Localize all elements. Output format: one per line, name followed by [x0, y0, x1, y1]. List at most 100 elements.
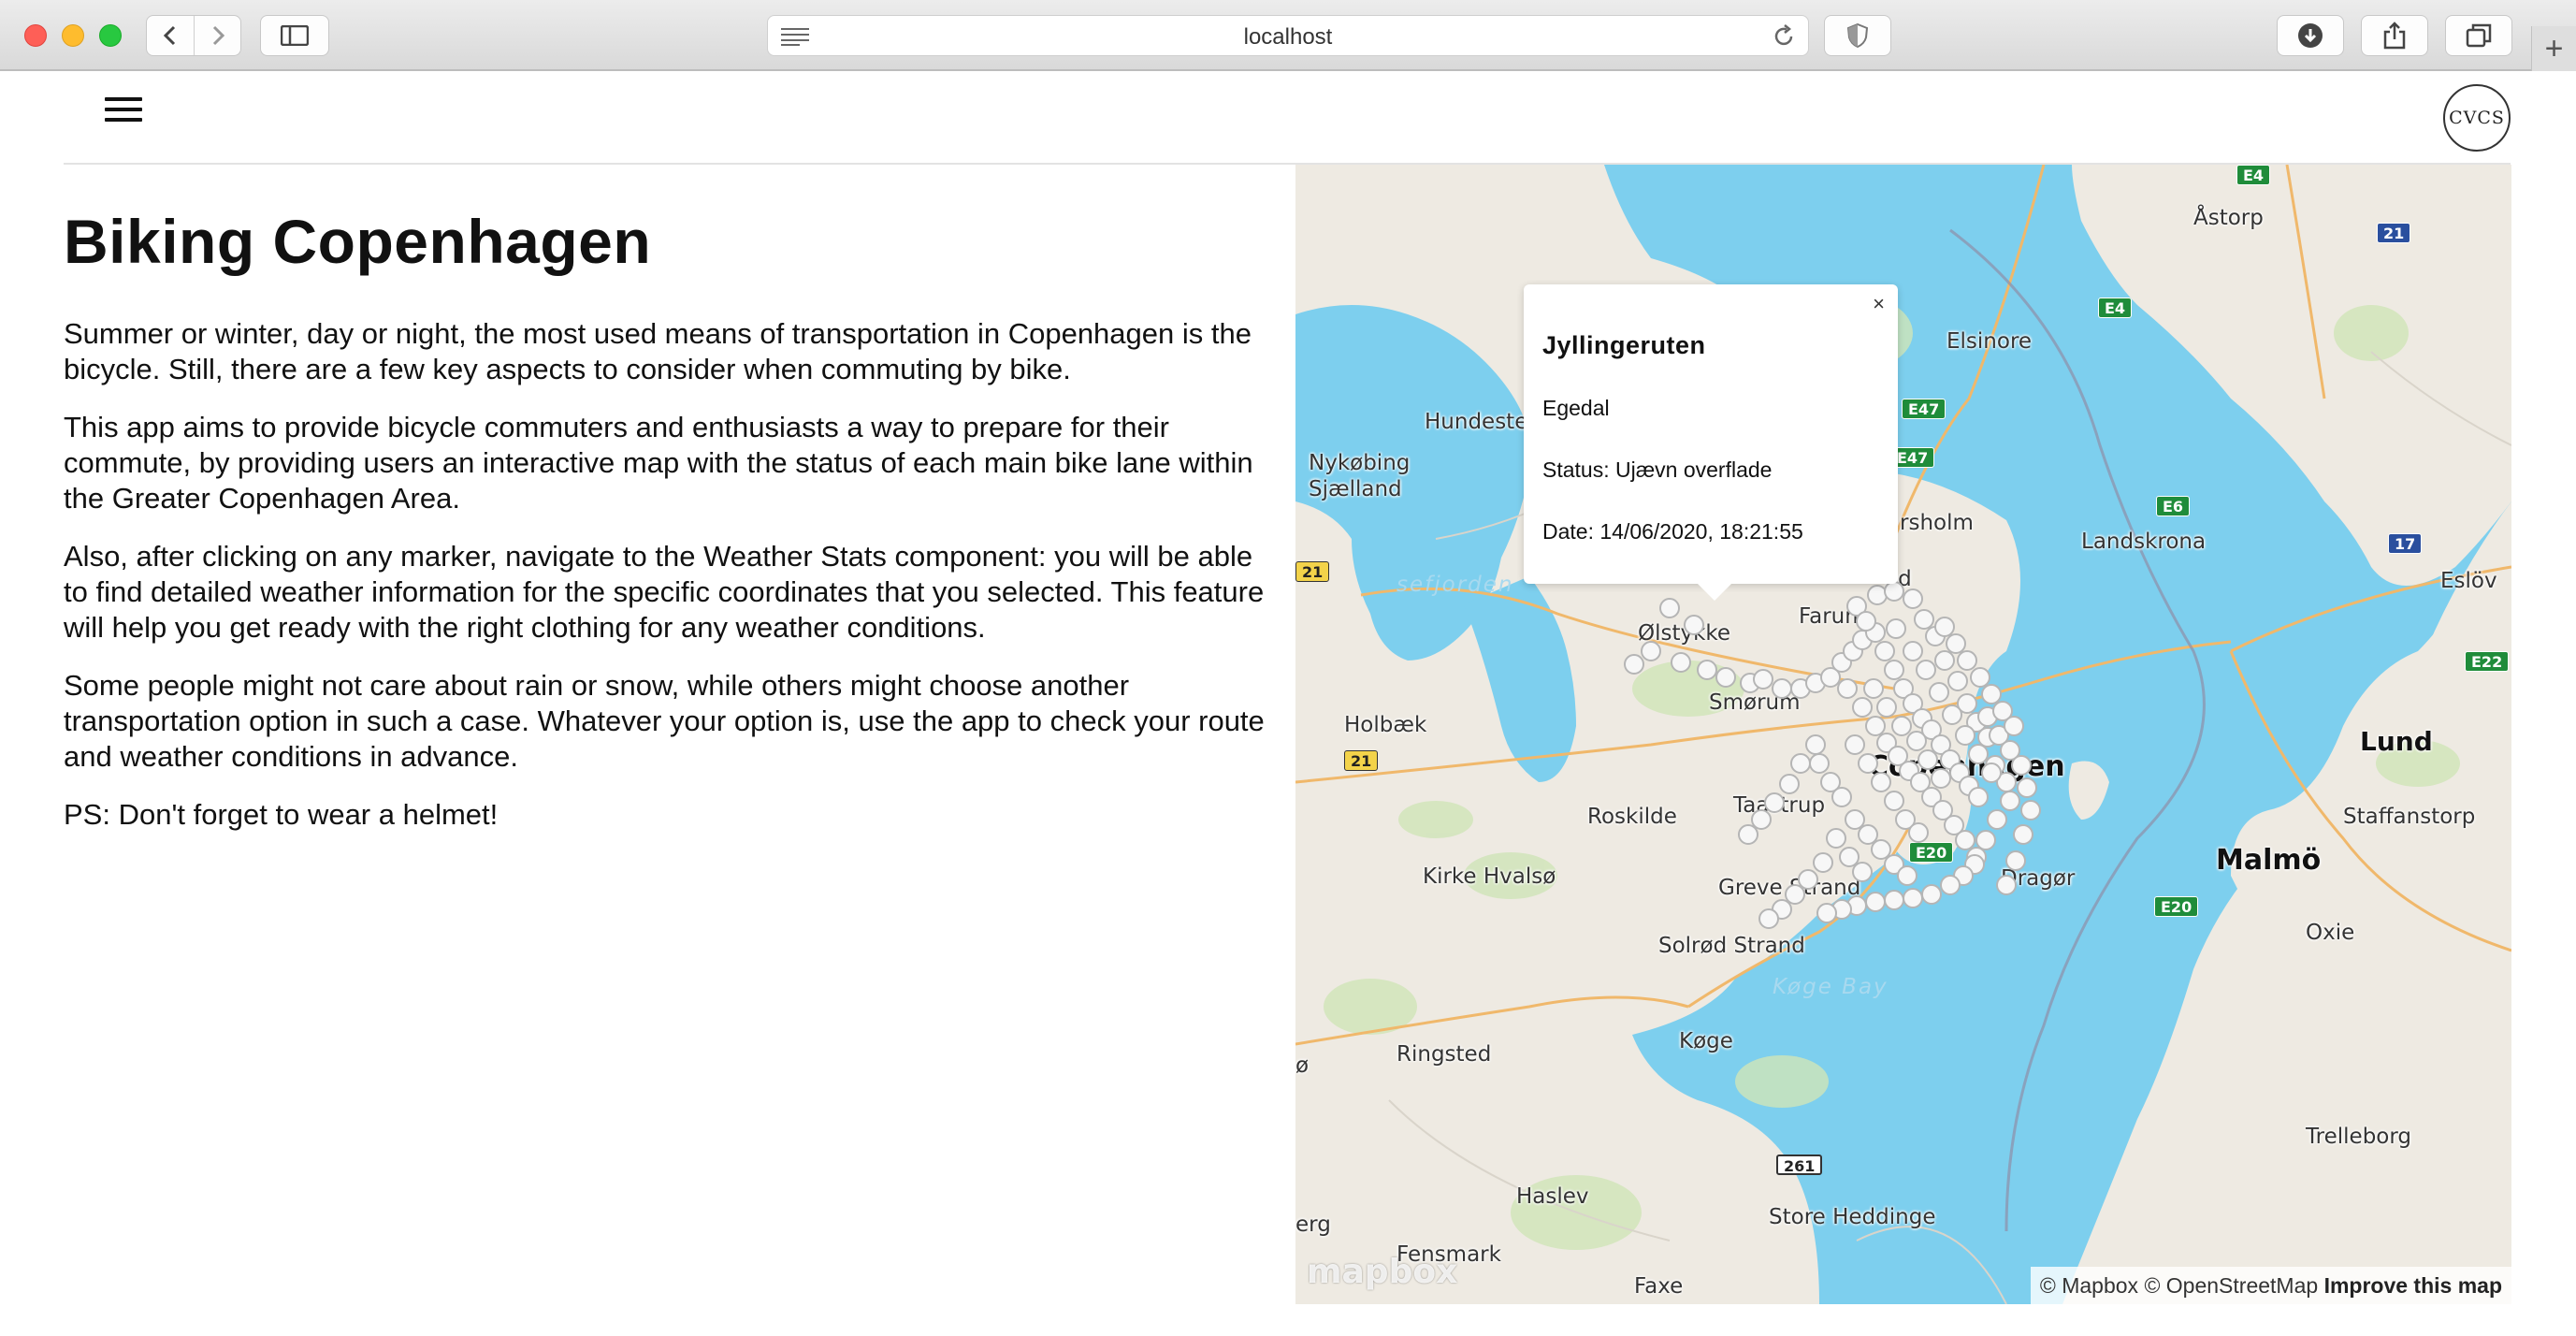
bike-lane-marker[interactable]: [1921, 884, 1942, 905]
bike-lane-marker[interactable]: [1947, 671, 1968, 691]
bike-lane-marker[interactable]: [1903, 641, 1923, 661]
bike-lane-marker[interactable]: [2017, 777, 2037, 798]
downloads-button[interactable]: [2277, 15, 2344, 56]
bike-lane-marker[interactable]: [1942, 704, 1962, 725]
bike-lane-marker[interactable]: [1738, 824, 1758, 845]
reload-icon[interactable]: [1773, 24, 1795, 49]
bike-lane-marker[interactable]: [1940, 875, 1961, 895]
bike-lane-marker[interactable]: [1871, 772, 1891, 792]
bike-lane-marker[interactable]: [1758, 908, 1779, 929]
sidebar-button[interactable]: [260, 15, 329, 56]
bike-lane-marker[interactable]: [1852, 862, 1873, 882]
bike-lane-marker[interactable]: [1837, 678, 1858, 699]
bike-lane-marker[interactable]: [1684, 615, 1704, 635]
bike-lane-marker[interactable]: [1981, 762, 2002, 783]
bike-lane-marker[interactable]: [1779, 774, 1800, 794]
bike-lane-marker[interactable]: [1624, 654, 1644, 675]
improve-map-link[interactable]: Improve this map: [2324, 1273, 2502, 1298]
bike-lane-marker[interactable]: [1884, 581, 1904, 602]
place-label: Sjælland: [1309, 477, 1402, 501]
bike-lane-marker[interactable]: [1884, 791, 1904, 811]
bike-lane-marker[interactable]: [1884, 890, 1904, 910]
history-nav: [146, 15, 241, 56]
place-label: Lund: [2360, 726, 2433, 757]
minimize-window-button[interactable]: [62, 24, 84, 47]
road-shield: E6: [2156, 496, 2191, 516]
bike-lane-marker[interactable]: [1753, 669, 1773, 690]
bike-lane-marker[interactable]: [1975, 830, 1996, 850]
address-bar[interactable]: localhost: [767, 15, 1809, 56]
bike-lane-marker[interactable]: [1903, 888, 1923, 908]
place-label: Haslev: [1516, 1184, 1589, 1209]
bike-lane-marker[interactable]: [2004, 716, 2024, 736]
article-paragraph: Also, after clicking on any marker, navi…: [64, 540, 1265, 644]
privacy-report-button[interactable]: [1824, 15, 1891, 56]
back-button[interactable]: [147, 16, 194, 55]
bike-lane-marker[interactable]: [2000, 791, 2020, 811]
popup-date: Date: 14/06/2020, 18:21:55: [1542, 519, 1803, 544]
road-shield: E47: [1902, 399, 1946, 419]
bike-lane-marker[interactable]: [1816, 903, 1837, 923]
bike-lane-marker[interactable]: [1918, 749, 1938, 770]
bike-lane-marker[interactable]: [1955, 725, 1975, 746]
popup-status: Status: Ujævn overflade: [1542, 457, 1773, 482]
bike-lane-marker[interactable]: [1876, 697, 1897, 718]
bike-lane-marker[interactable]: [1641, 641, 1661, 661]
bike-lane-marker[interactable]: [1671, 652, 1691, 673]
bike-lane-marker[interactable]: [1845, 734, 1865, 755]
bike-lane-marker[interactable]: [1874, 641, 1895, 661]
bike-lane-marker[interactable]: [1987, 809, 2007, 830]
bike-lane-marker[interactable]: [1826, 828, 1846, 849]
place-label: Malmö: [2216, 844, 2322, 877]
bike-lane-marker[interactable]: [1906, 731, 1927, 751]
bike-lane-marker[interactable]: [1831, 787, 1852, 807]
osm-attribution-link[interactable]: © OpenStreetMap: [2144, 1273, 2318, 1298]
zoom-window-button[interactable]: [99, 24, 122, 47]
bike-lane-marker[interactable]: [1996, 875, 2017, 895]
bike-lane-marker[interactable]: [1697, 660, 1717, 680]
bike-lane-marker[interactable]: [1968, 787, 1989, 807]
bike-lane-marker[interactable]: [2011, 755, 2032, 776]
share-button[interactable]: [2361, 15, 2428, 56]
bike-lane-marker[interactable]: [1715, 667, 1736, 688]
bike-lane-marker[interactable]: [1764, 792, 1785, 813]
place-label: ø: [1295, 1053, 1310, 1078]
bike-lane-marker[interactable]: [1659, 598, 1680, 618]
bike-lane-marker[interactable]: [1790, 753, 1811, 774]
road-shield: 21: [1344, 750, 1379, 771]
bike-lane-marker[interactable]: [1863, 678, 1884, 699]
mapbox-logo[interactable]: mapbox: [1307, 1253, 1457, 1291]
popup-close-button[interactable]: ×: [1873, 292, 1885, 316]
bike-lane-marker[interactable]: [1931, 768, 1951, 789]
app-logo[interactable]: CVCS: [2443, 84, 2511, 152]
bike-lane-marker[interactable]: [1968, 744, 1989, 764]
bike-lane-marker[interactable]: [2013, 824, 2033, 845]
bike-lane-marker[interactable]: [1772, 678, 1792, 699]
tabs-overview-button[interactable]: [2445, 15, 2512, 56]
mapbox-attribution-link[interactable]: © Mapbox: [2040, 1273, 2138, 1298]
bike-lane-marker[interactable]: [1897, 865, 1918, 886]
bike-lane-marker[interactable]: [1886, 618, 1906, 639]
bike-lane-marker[interactable]: [1856, 611, 1876, 632]
bike-lane-marker[interactable]: [1858, 753, 1878, 774]
bike-lane-marker[interactable]: [2005, 850, 2026, 871]
new-tab-button[interactable]: +: [2531, 26, 2576, 71]
bike-lane-marker[interactable]: [1865, 892, 1886, 912]
map[interactable]: Åstorp Elsinore Hundeste Nykøbing Sjælla…: [1295, 165, 2511, 1304]
bike-lane-marker[interactable]: [1805, 734, 1826, 755]
bike-lane-marker[interactable]: [1929, 682, 1949, 703]
bike-lane-marker[interactable]: [1809, 753, 1830, 774]
bike-lane-marker[interactable]: [1884, 660, 1904, 680]
place-label: erg: [1295, 1213, 1331, 1237]
menu-button[interactable]: [105, 97, 142, 131]
close-window-button[interactable]: [24, 24, 47, 47]
bike-lane-marker[interactable]: [1852, 697, 1873, 718]
place-label: Landskrona: [2081, 530, 2207, 554]
forward-button[interactable]: [194, 16, 240, 55]
bike-lane-marker[interactable]: [1916, 660, 1936, 680]
bike-lane-marker[interactable]: [1903, 588, 1923, 609]
bike-lane-marker[interactable]: [1908, 822, 1929, 843]
bike-lane-marker[interactable]: [1813, 852, 1833, 873]
plus-icon: +: [2544, 30, 2564, 66]
bike-lane-marker[interactable]: [2020, 800, 2041, 820]
